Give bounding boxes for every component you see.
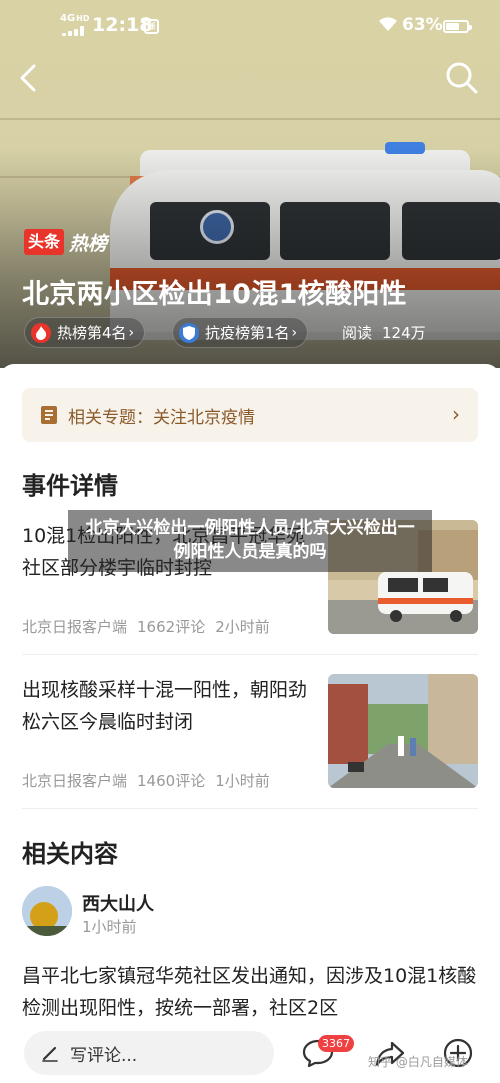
bottom-bar: 写评论... 3367 知乎 @白凡自媒体 bbox=[0, 1023, 500, 1083]
search-icon[interactable] bbox=[444, 60, 480, 96]
news-thumbnail bbox=[328, 674, 478, 788]
avatar[interactable] bbox=[22, 886, 72, 936]
post-time: 1小时前 bbox=[82, 918, 137, 936]
divider bbox=[22, 808, 478, 809]
post-body[interactable]: 昌平北七家镇冠华苑社区发出通知，因涉及10混1核酸检测出现阳性，按统一部署，社区… bbox=[22, 960, 478, 1024]
author-name[interactable]: 西大山人 bbox=[82, 890, 154, 916]
page-title: 北京两小区检出10混1核酸阳性 bbox=[22, 279, 407, 310]
comment-input[interactable]: 写评论... bbox=[24, 1031, 274, 1075]
related-heading: 相关内容 bbox=[22, 840, 118, 868]
epidemic-rank-pill[interactable]: 抗疫榜第1名 › bbox=[172, 317, 309, 348]
back-icon[interactable] bbox=[14, 60, 46, 96]
content-sheet: 相关专题：关注北京疫情 › 事件详情 10混1检出阳性，北京昌平冠华苑社区部分楼… bbox=[0, 364, 500, 1083]
shield-icon bbox=[179, 322, 199, 343]
notification-icon: 浙 bbox=[144, 19, 159, 34]
news-meta: 北京日报客户端 1662评论 2小时前 bbox=[22, 618, 270, 636]
read-count: 阅读 124万 bbox=[342, 324, 426, 342]
wifi-icon bbox=[379, 17, 397, 31]
hero-banner bbox=[0, 0, 500, 368]
signal-icon bbox=[62, 26, 88, 36]
news-title: 出现核酸采样十混一阳性，朝阳劲松六区今晨临时封闭 bbox=[22, 679, 308, 733]
hot-rank-pill[interactable]: 热榜第4名 › bbox=[24, 317, 146, 348]
network-indicator: 4GHD bbox=[60, 13, 90, 24]
toutiao-hot-logo: 头条 热榜 bbox=[24, 229, 107, 255]
author-row[interactable]: 西大山人 1小时前 bbox=[22, 886, 478, 938]
divider bbox=[22, 654, 478, 655]
news-item[interactable]: 出现核酸采样十混一阳性，朝阳劲松六区今晨临时封闭 北京日报客户端 1460评论 1小… bbox=[22, 674, 478, 794]
battery-percent: 63% bbox=[402, 15, 443, 35]
fire-icon bbox=[31, 322, 51, 343]
overlay-caption: 北京大兴检出一例阳性人员/北京大兴检出一例阳性人员是真的吗 bbox=[68, 510, 432, 572]
wall-line bbox=[0, 118, 500, 120]
topic-icon bbox=[41, 406, 57, 424]
watermark: 知乎 @白凡自媒体 bbox=[368, 1055, 468, 1069]
comment-count-badge: 3367 bbox=[318, 1035, 354, 1052]
battery-icon bbox=[443, 20, 472, 33]
related-topic-bar[interactable]: 相关专题： 关注北京疫情 › bbox=[22, 388, 478, 442]
news-meta: 北京日报客户端 1460评论 1小时前 bbox=[22, 772, 270, 790]
events-heading: 事件详情 bbox=[22, 472, 118, 500]
status-bar: 4GHD 12:18 浙 63% bbox=[0, 0, 500, 52]
pen-icon bbox=[42, 1046, 58, 1062]
chevron-right-icon: › bbox=[452, 402, 460, 426]
